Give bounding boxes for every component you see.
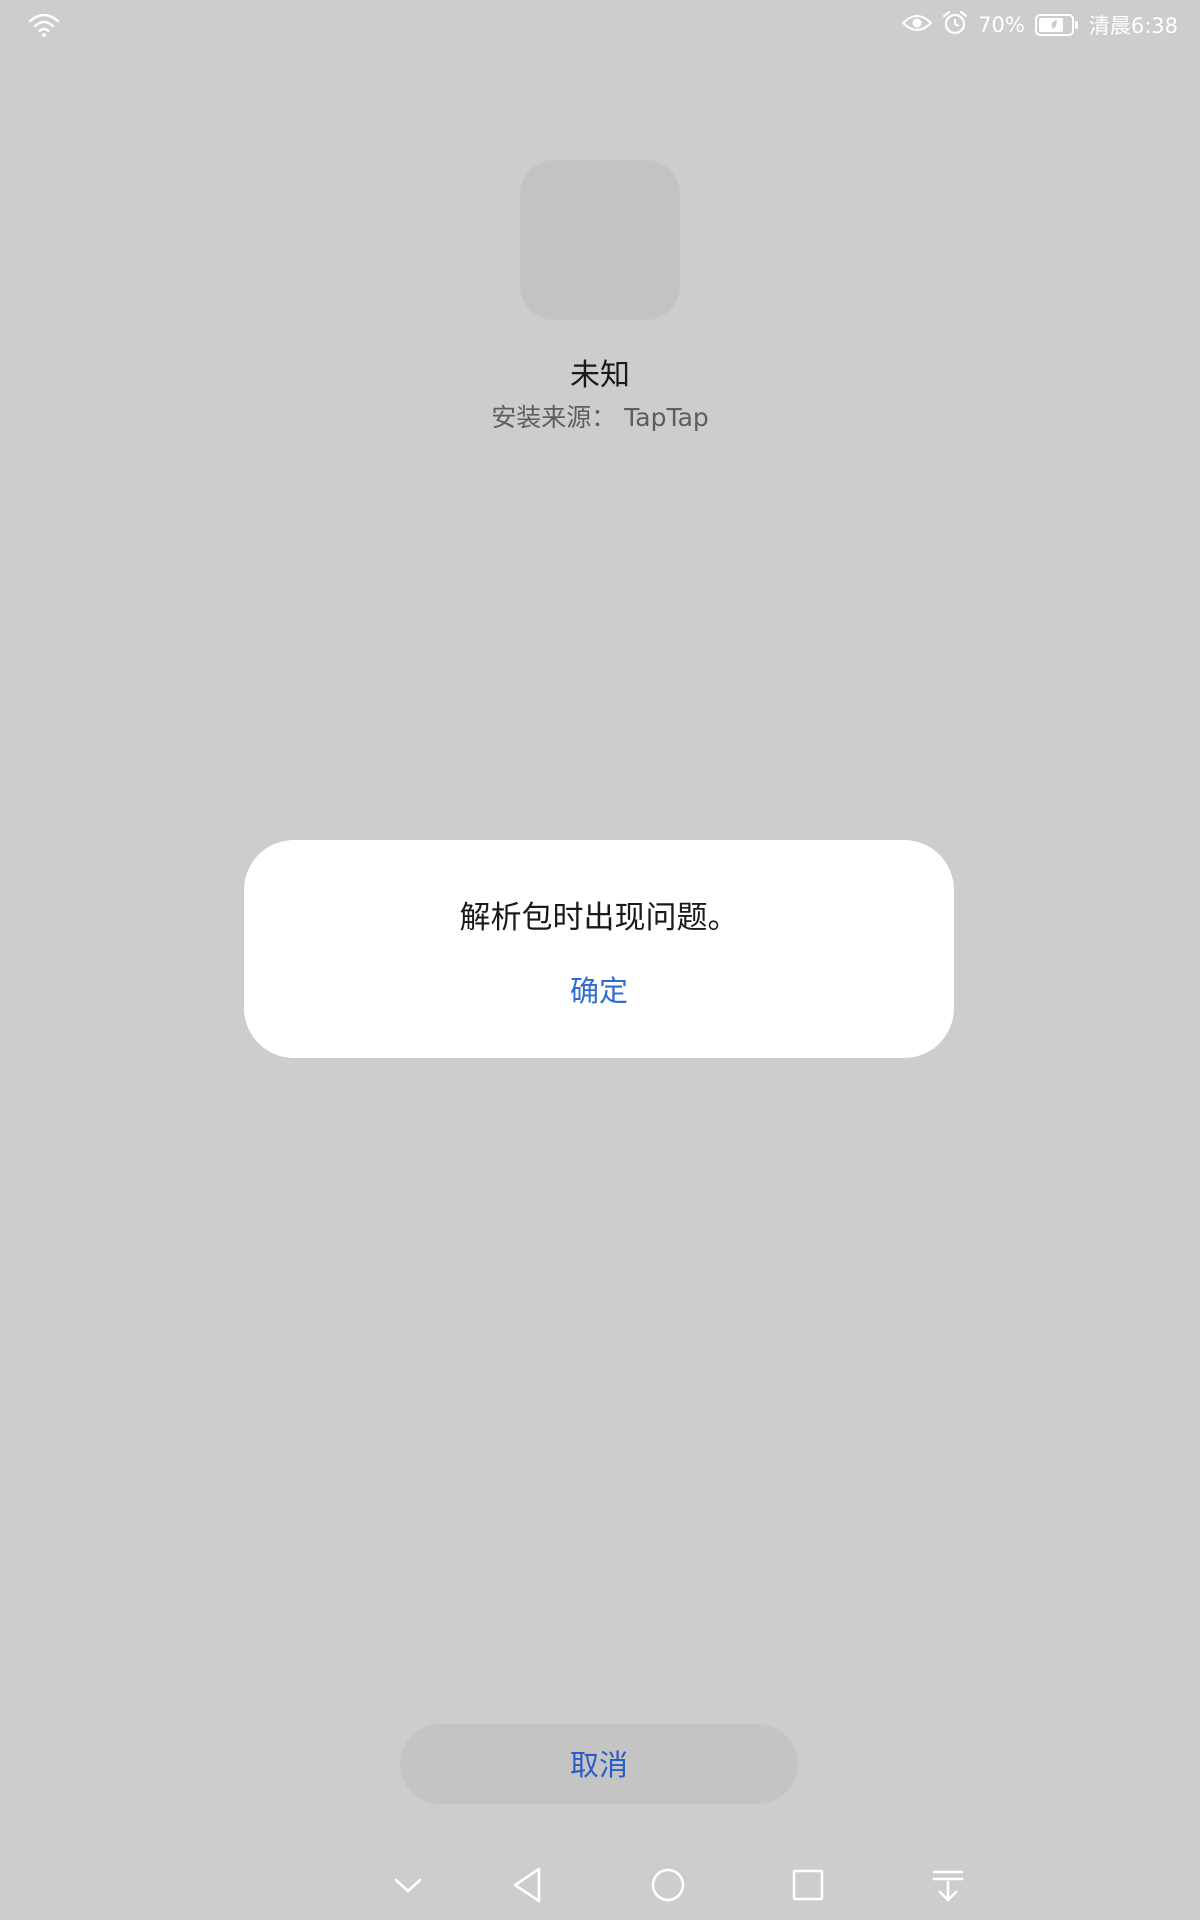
install-source: 安装来源： TapTap xyxy=(491,403,709,432)
chevron-down-icon[interactable] xyxy=(383,1860,433,1910)
navigation-bar xyxy=(0,1860,1200,1910)
alarm-icon xyxy=(942,10,968,41)
eye-icon xyxy=(901,13,933,38)
dialog-message: 解析包时出现问题。 xyxy=(459,900,739,936)
home-icon[interactable] xyxy=(643,1860,693,1910)
status-indicators: 70% 清晨6:38 xyxy=(901,8,1178,42)
battery-icon xyxy=(1034,14,1079,36)
back-icon[interactable] xyxy=(503,1860,553,1910)
battery-percent: 70% xyxy=(978,13,1025,37)
wifi-icon xyxy=(28,12,60,38)
clock: 清晨6:38 xyxy=(1088,14,1178,38)
status-bar: 70% 清晨6:38 xyxy=(0,0,1200,50)
installer-screen: 70% 清晨6:38 未知 安装来源： TapTap 解析包时出现问题。 确定 … xyxy=(0,0,1200,1920)
error-dialog: 解析包时出现问题。 确定 xyxy=(244,840,954,1058)
app-icon xyxy=(520,160,680,320)
cancel-button[interactable]: 取消 xyxy=(400,1724,798,1804)
app-name: 未知 xyxy=(570,358,630,393)
notification-pull-icon[interactable] xyxy=(923,1860,973,1910)
recents-icon[interactable] xyxy=(783,1860,833,1910)
confirm-button[interactable]: 确定 xyxy=(499,960,699,1020)
